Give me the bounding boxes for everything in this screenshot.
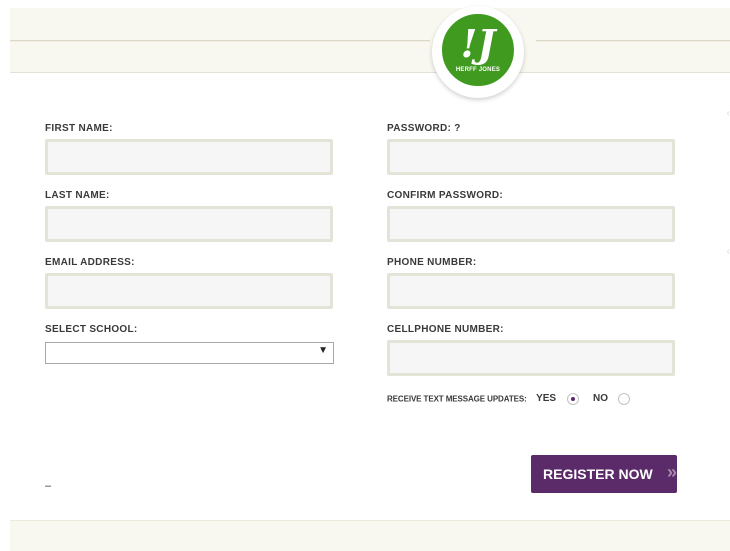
sms-no-radio[interactable]: [618, 392, 631, 405]
header-divider-right: [536, 40, 730, 42]
footer-band: [10, 520, 730, 551]
confirm-password-label: CONFIRM PASSWORD:: [387, 190, 504, 201]
chevron-left-icon: ‹: [726, 108, 730, 119]
first-name-input[interactable]: [45, 139, 333, 175]
footer-dash: –: [45, 480, 52, 492]
logo-mark: !J: [460, 21, 496, 66]
email-input[interactable]: [45, 273, 333, 309]
last-name-input[interactable]: [45, 206, 333, 242]
cellphone-label: CELLPHONE NUMBER:: [387, 324, 504, 335]
header-divider-left: [10, 40, 430, 42]
chevron-left-icon: ‹: [726, 246, 730, 257]
sms-yes-label[interactable]: YES: [536, 393, 556, 404]
cellphone-input[interactable]: [387, 340, 675, 376]
email-label: EMAIL ADDRESS:: [45, 257, 135, 268]
sms-no-label[interactable]: NO: [593, 393, 608, 404]
sms-updates-label: RECEIVE TEXT MESSAGE UPDATES:: [387, 394, 527, 404]
password-input[interactable]: [387, 139, 675, 175]
register-now-label: REGISTER NOW: [543, 466, 653, 482]
logo-text: HERFF JONES: [455, 67, 501, 73]
logo-badge[interactable]: !J HERFF JONES: [432, 6, 524, 98]
confirm-password-input[interactable]: [387, 206, 675, 242]
school-label: SELECT SCHOOL:: [45, 324, 138, 335]
password-label: PASSWORD: ?: [387, 123, 461, 134]
double-chevron-right-icon: »: [666, 462, 677, 482]
phone-input[interactable]: [387, 273, 675, 309]
sms-updates-row: RECEIVE TEXT MESSAGE UPDATES: YES NO: [387, 390, 631, 405]
sms-yes-radio[interactable]: [566, 392, 579, 405]
register-now-button[interactable]: REGISTER NOW »: [531, 455, 677, 493]
herff-jones-logo: !J HERFF JONES: [440, 12, 516, 88]
first-name-label: FIRST NAME:: [45, 123, 113, 134]
school-select[interactable]: ▼: [45, 342, 334, 364]
caret-down-icon: ▼: [318, 345, 328, 356]
phone-label: PHONE NUMBER:: [387, 257, 477, 268]
last-name-label: LAST NAME:: [45, 190, 110, 201]
